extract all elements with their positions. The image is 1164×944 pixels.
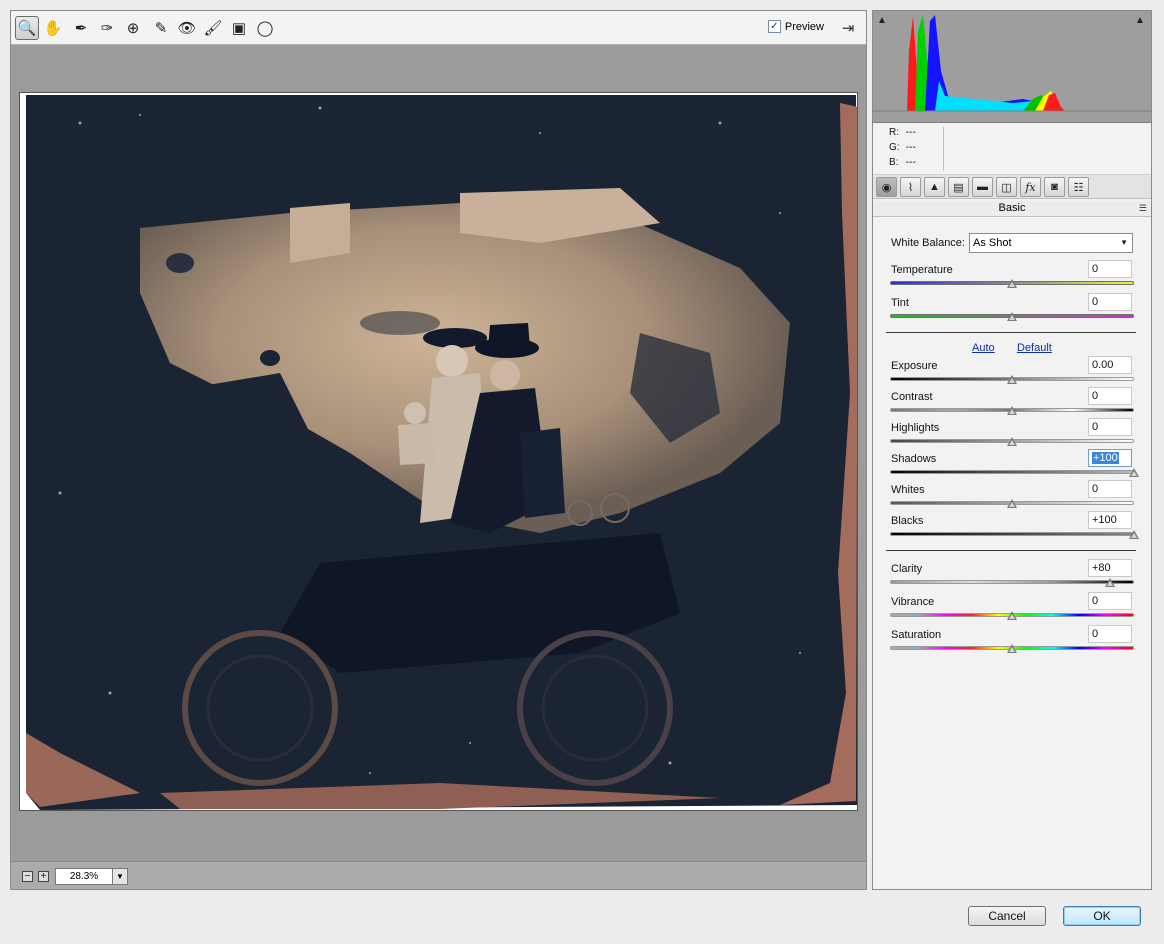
detail-tab-icon[interactable]: ▲: [924, 177, 945, 197]
blacks-slider[interactable]: [890, 532, 1134, 536]
white-balance-tool-icon[interactable]: ✒: [69, 16, 93, 40]
zoom-out-button[interactable]: −: [22, 871, 33, 882]
b-value: ---: [905, 157, 916, 168]
preview-checkbox[interactable]: ✓: [767, 20, 781, 33]
exposure-slider-thumb[interactable]: [1007, 375, 1017, 384]
targeted-adjustment-tool-icon[interactable]: ⊕: [121, 16, 145, 40]
clarity-field[interactable]: +80: [1088, 559, 1132, 577]
tint-field[interactable]: 0: [1088, 293, 1132, 311]
g-value: ---: [905, 142, 916, 153]
blacks-field[interactable]: +100: [1088, 511, 1132, 529]
rgb-readout: R: --- G: --- B: ---: [873, 123, 1151, 175]
temperature-label: Temperature: [891, 264, 953, 276]
cancel-button[interactable]: Cancel: [968, 906, 1046, 926]
white-balance-select[interactable]: As Shot ▼: [969, 233, 1133, 253]
b-label: B:: [889, 157, 899, 168]
presets-tab-icon[interactable]: ☷: [1068, 177, 1089, 197]
saturation-label: Saturation: [891, 629, 942, 641]
adjustments-panel: ▲ ▲ R: --- G: --- B: --- ◉ ⌇ ▲ ▤ ▬ ◫ fx …: [872, 10, 1152, 890]
temperature-slider-thumb[interactable]: [1007, 279, 1017, 288]
saturation-field[interactable]: 0: [1088, 625, 1132, 643]
temperature-field[interactable]: 0: [1088, 260, 1132, 278]
default-link[interactable]: Default: [1017, 342, 1052, 354]
hand-tool-icon[interactable]: ✋: [41, 16, 65, 40]
whites-slider-thumb[interactable]: [1007, 499, 1017, 508]
section-title: Basic: [873, 201, 1151, 217]
preview-label: Preview: [784, 20, 824, 33]
vintage-photo-image: [20, 93, 857, 810]
highlights-slider-thumb[interactable]: [1007, 437, 1017, 446]
zoom-dropdown-button[interactable]: ▼: [112, 868, 128, 885]
section-divider: [886, 550, 1136, 551]
color-sampler-tool-icon[interactable]: ✑: [95, 16, 119, 40]
camera-calibration-tab-icon[interactable]: ◙: [1044, 177, 1065, 197]
saturation-slider-thumb[interactable]: [1007, 644, 1017, 653]
preview-toggle[interactable]: ✓ Preview: [767, 20, 824, 33]
tint-slider-thumb[interactable]: [1007, 312, 1017, 321]
histogram-graph: [873, 15, 1151, 112]
blacks-slider-thumb[interactable]: [1129, 530, 1139, 539]
shadow-clipping-warning-icon[interactable]: ▲: [877, 15, 889, 26]
auto-link[interactable]: Auto: [972, 342, 995, 354]
toolbar: 🔍 ✋ ✒ ✑ ⊕ ✎ 👁 🖌 ▣ ◯ ✓ Preview ⇥: [11, 11, 866, 45]
section-divider: [886, 332, 1136, 333]
spot-removal-tool-icon[interactable]: ✎: [149, 16, 173, 40]
r-label: R:: [889, 127, 899, 138]
contrast-field[interactable]: 0: [1088, 387, 1132, 405]
chevron-down-icon: ▼: [1120, 238, 1128, 247]
photo-preview: [19, 92, 858, 811]
histogram: ▲ ▲: [873, 11, 1151, 123]
panel-tabs: ◉ ⌇ ▲ ▤ ▬ ◫ fx ◙ ☷: [873, 175, 1151, 199]
adjustment-brush-tool-icon[interactable]: 🖌: [201, 16, 225, 40]
r-value: ---: [905, 127, 916, 138]
shadows-value: +100: [1092, 452, 1119, 464]
vibrance-field[interactable]: 0: [1088, 592, 1132, 610]
shadows-slider-thumb[interactable]: [1129, 468, 1139, 477]
shadows-field[interactable]: +100: [1088, 449, 1132, 467]
image-preview-panel: 🔍 ✋ ✒ ✑ ⊕ ✎ 👁 🖌 ▣ ◯ ✓ Preview ⇥ − + 28.3…: [10, 10, 867, 890]
clarity-slider[interactable]: [890, 580, 1134, 584]
shadows-slider[interactable]: [890, 470, 1134, 474]
whites-field[interactable]: 0: [1088, 480, 1132, 498]
effects-tab-icon[interactable]: fx: [1020, 177, 1041, 197]
ok-button[interactable]: OK: [1063, 906, 1141, 926]
vibrance-slider-thumb[interactable]: [1007, 611, 1017, 620]
lens-corrections-tab-icon[interactable]: ◫: [996, 177, 1017, 197]
clarity-slider-thumb[interactable]: [1104, 578, 1115, 587]
g-label: G:: [889, 142, 900, 153]
clarity-label: Clarity: [891, 563, 923, 575]
graduated-filter-tool-icon[interactable]: ▣: [227, 16, 251, 40]
zoom-bar: − + 28.3% ▼: [11, 861, 866, 889]
radial-filter-tool-icon[interactable]: ◯: [253, 16, 277, 40]
hsl-tab-icon[interactable]: ▤: [948, 177, 969, 197]
exposure-field[interactable]: 0.00: [1088, 356, 1132, 374]
red-eye-removal-tool-icon[interactable]: 👁: [175, 16, 199, 40]
white-balance-label: White Balance:: [891, 237, 965, 249]
tint-label: Tint: [891, 297, 909, 309]
tone-curve-tab-icon[interactable]: ⌇: [900, 177, 921, 197]
highlights-label: Highlights: [891, 422, 940, 434]
white-balance-value: As Shot: [973, 237, 1012, 249]
panel-menu-icon[interactable]: ☰: [1139, 203, 1147, 214]
rgb-divider: [943, 127, 944, 171]
shadows-label: Shadows: [891, 453, 937, 465]
highlight-clipping-warning-icon[interactable]: ▲: [1135, 15, 1147, 26]
split-toning-tab-icon[interactable]: ▬: [972, 177, 993, 197]
zoom-level-field[interactable]: 28.3%: [55, 868, 113, 885]
zoom-in-button[interactable]: +: [38, 871, 49, 882]
basic-tab-icon[interactable]: ◉: [876, 177, 897, 197]
contrast-slider-thumb[interactable]: [1007, 406, 1017, 415]
contrast-label: Contrast: [891, 391, 933, 403]
exposure-label: Exposure: [891, 360, 938, 372]
whites-label: Whites: [891, 484, 925, 496]
highlights-field[interactable]: 0: [1088, 418, 1132, 436]
zoom-tool-icon[interactable]: 🔍: [15, 16, 39, 40]
blacks-label: Blacks: [891, 515, 924, 527]
fullscreen-toggle-icon[interactable]: ⇥: [838, 18, 858, 38]
vibrance-label: Vibrance: [891, 596, 935, 608]
